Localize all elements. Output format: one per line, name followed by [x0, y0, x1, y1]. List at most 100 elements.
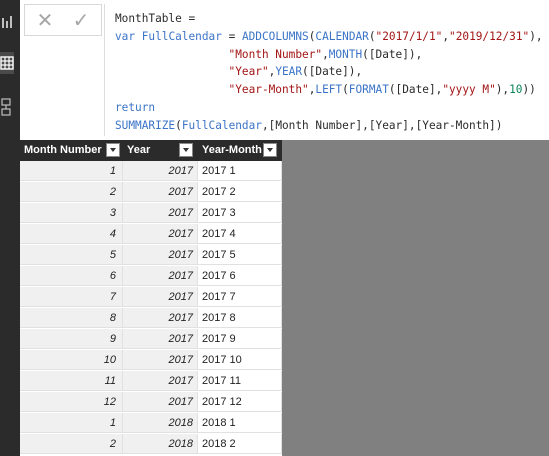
cell-month-number[interactable]: 1 — [20, 161, 123, 181]
code-line: "Year-Month",LEFT(FORMAT([Date],"yyyy M"… — [115, 83, 536, 96]
table-row[interactable]: 4 2017 2017 4 — [20, 224, 282, 245]
cell-year-month[interactable]: 2017 6 — [198, 266, 282, 286]
cell-year-month[interactable]: 2017 4 — [198, 224, 282, 244]
cell-month-number[interactable]: 4 — [20, 224, 123, 244]
cell-year-month[interactable]: 2017 7 — [198, 287, 282, 307]
table-row[interactable]: 1 2018 2018 1 — [20, 413, 282, 434]
cell-year[interactable]: 2017 — [123, 350, 198, 370]
cell-year-month[interactable]: 2017 12 — [198, 392, 282, 412]
model-view-icon[interactable] — [0, 96, 14, 118]
cell-year[interactable]: 2017 — [123, 161, 198, 181]
table-row[interactable]: 11 2017 2017 11 — [20, 371, 282, 392]
grid-header: Month Number Year Year-Month — [20, 140, 282, 161]
table-row[interactable]: 2 2018 2018 2 — [20, 434, 282, 455]
cell-month-number[interactable]: 8 — [20, 308, 123, 328]
code-token: FullCalendar — [181, 118, 262, 132]
report-view-icon[interactable] — [0, 12, 14, 34]
code-token: FORMAT — [348, 83, 389, 97]
cell-year-month[interactable]: 2018 1 — [198, 413, 282, 433]
table-row[interactable]: 12 2017 2017 12 — [20, 392, 282, 413]
cell-month-number[interactable]: 9 — [20, 329, 123, 349]
data-grid: Month Number Year Year-Month 1 2017 2017 1… — [20, 140, 282, 456]
table-row[interactable]: 5 2017 2017 5 — [20, 245, 282, 266]
cell-year[interactable]: 2017 — [123, 329, 198, 349]
filter-dropdown-icon[interactable] — [179, 143, 193, 157]
cell-month-number[interactable]: 12 — [20, 392, 123, 412]
cell-month-number[interactable]: 1 — [20, 413, 123, 433]
cell-month-number[interactable]: 7 — [20, 287, 123, 307]
table-row[interactable]: 2 2017 2017 2 — [20, 182, 282, 203]
cell-year-month[interactable]: 2017 1 — [198, 161, 282, 181]
view-rail — [0, 0, 20, 456]
column-header-month-number[interactable]: Month Number — [20, 140, 123, 161]
table-row[interactable]: 10 2017 2017 10 — [20, 350, 282, 371]
cell-month-number[interactable]: 11 — [20, 371, 123, 391]
cell-year[interactable]: 2017 — [123, 287, 198, 307]
cell-month-number[interactable]: 10 — [20, 350, 123, 370]
table-row[interactable]: 3 2017 2017 3 — [20, 203, 282, 224]
filter-dropdown-icon[interactable] — [106, 143, 120, 157]
cell-year[interactable]: 2017 — [123, 392, 198, 412]
code-token: = — [221, 29, 242, 43]
code-token: "Year-Month" — [228, 83, 309, 97]
table-row[interactable]: 7 2017 2017 7 — [20, 287, 282, 308]
close-icon[interactable]: ✕ — [33, 8, 57, 32]
table-row[interactable]: 9 2017 2017 9 — [20, 329, 282, 350]
column-header-year-month[interactable]: Year-Month — [198, 140, 282, 161]
code-token: , — [322, 47, 329, 61]
code-line: "Month Number",MONTH([Date]), — [115, 47, 423, 61]
code-token: ( — [368, 29, 376, 43]
table-row[interactable]: 8 2017 2017 8 — [20, 308, 282, 329]
cell-year[interactable]: 2017 — [123, 266, 198, 286]
cell-month-number[interactable]: 2 — [20, 434, 123, 454]
code-token: 10 — [509, 83, 523, 97]
checkmark-icon[interactable]: ✓ — [69, 8, 93, 32]
table-row[interactable]: 1 2017 2017 1 — [20, 161, 282, 182]
cell-year-month[interactable]: 2018 2 — [198, 434, 282, 454]
code-token: var — [115, 29, 136, 43]
cell-year-month[interactable]: 2017 2 — [198, 182, 282, 202]
code-token: SUMMARIZE — [115, 118, 176, 132]
cell-year-month[interactable]: 2017 10 — [198, 350, 282, 370]
cell-year[interactable]: 2018 — [123, 434, 198, 454]
cell-year[interactable]: 2017 — [123, 308, 198, 328]
cell-month-number[interactable]: 5 — [20, 245, 123, 265]
cell-year[interactable]: 2017 — [123, 371, 198, 391]
code-token: )) — [522, 83, 536, 97]
column-header-year[interactable]: Year — [123, 140, 198, 161]
dax-code: MonthTable = var FullCalendar = ADDCOLUM… — [115, 10, 543, 135]
cell-year[interactable]: 2017 — [123, 224, 198, 244]
cell-year-month[interactable]: 2017 9 — [198, 329, 282, 349]
filter-dropdown-icon[interactable] — [263, 143, 277, 157]
cell-year-month[interactable]: 2017 11 — [198, 371, 282, 391]
code-token: ([Date]), — [302, 65, 363, 79]
code-token: ), — [529, 29, 543, 43]
cell-year-month[interactable]: 2017 3 — [198, 203, 282, 223]
formula-controls: ✕ ✓ — [24, 4, 102, 36]
cell-year[interactable]: 2017 — [123, 245, 198, 265]
code-token: MONTH — [328, 47, 363, 61]
cell-month-number[interactable]: 6 — [20, 266, 123, 286]
cell-month-number[interactable]: 3 — [20, 203, 123, 223]
code-line: "Year",YEAR([Date]), — [115, 65, 363, 79]
code-token: ([Date]), — [362, 47, 423, 61]
column-header-label: Year-Month — [202, 144, 262, 156]
data-view-icon[interactable] — [0, 52, 14, 74]
cell-year[interactable]: 2017 — [123, 203, 198, 223]
cell-year-month[interactable]: 2017 8 — [198, 308, 282, 328]
code-token: ( — [175, 118, 182, 132]
code-token: ( — [342, 83, 349, 97]
table-row[interactable]: 6 2017 2017 6 — [20, 266, 282, 287]
cell-year[interactable]: 2018 — [123, 413, 198, 433]
code-token: "yyyy M" — [442, 83, 496, 97]
code-token: YEAR — [275, 65, 303, 79]
code-token: ADDCOLUMNS — [241, 29, 309, 43]
cell-year-month[interactable]: 2017 5 — [198, 245, 282, 265]
column-header-label: Month Number — [24, 144, 102, 156]
cell-month-number[interactable]: 2 — [20, 182, 123, 202]
formula-editor[interactable]: MonthTable = var FullCalendar = ADDCOLUM… — [104, 4, 549, 136]
cell-year[interactable]: 2017 — [123, 182, 198, 202]
